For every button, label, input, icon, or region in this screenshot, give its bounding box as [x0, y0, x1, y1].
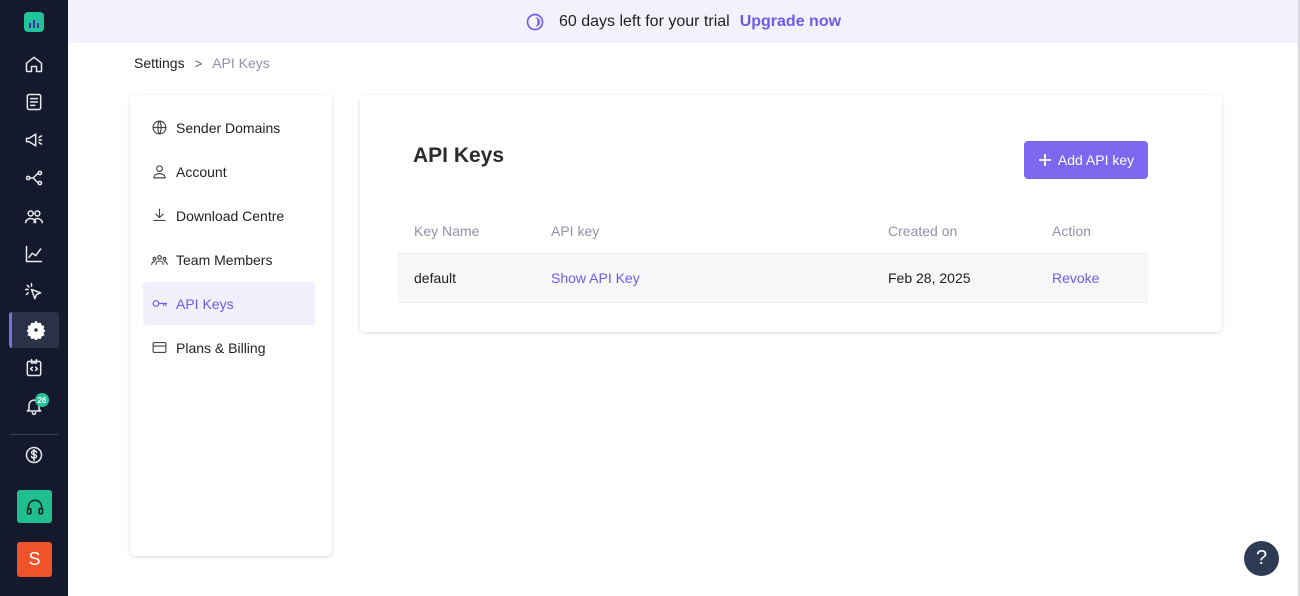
workflow-icon[interactable]: [14, 160, 54, 196]
column-header-action: Action: [1052, 223, 1091, 239]
nav-item-account[interactable]: Account: [143, 150, 315, 193]
nav-item-api-keys[interactable]: API Keys: [143, 282, 315, 325]
globe-icon: [152, 120, 167, 135]
megaphone-icon[interactable]: [14, 122, 54, 158]
nav-item-plans-billing[interactable]: Plans & Billing: [143, 326, 315, 369]
nav-item-label: Account: [176, 163, 227, 180]
nav-item-download-centre[interactable]: Download Centre: [143, 194, 315, 237]
dollar-icon[interactable]: [14, 437, 54, 473]
code-icon[interactable]: [14, 350, 54, 386]
analytics-icon[interactable]: [14, 236, 54, 272]
column-header-key-name: Key Name: [414, 223, 480, 239]
bell-icon[interactable]: [14, 388, 54, 424]
trial-text: 60 days left for your trial: [558, 12, 730, 30]
user-icon: [153, 165, 166, 179]
nav-item-label: API Keys: [176, 295, 234, 312]
add-api-key-button[interactable]: Add API key: [1024, 141, 1148, 179]
nav-item-label: Team Members: [176, 251, 273, 268]
headset-icon: [26, 499, 43, 514]
breadcrumb-current: API Keys: [212, 55, 270, 71]
nav-item-label: Download Centre: [176, 207, 285, 224]
home-icon[interactable]: [14, 46, 54, 82]
table-row: default Show API Key Feb 28, 2025 Revoke: [398, 253, 1148, 303]
team-icon: [151, 255, 168, 266]
column-header-created-on: Created on: [888, 223, 958, 239]
nav-item-label: Plans & Billing: [176, 339, 266, 356]
download-icon: [153, 208, 166, 222]
contacts-icon[interactable]: [14, 198, 54, 234]
nav-item-team-members[interactable]: Team Members: [143, 238, 315, 281]
upgrade-now-link[interactable]: Upgrade now: [740, 13, 841, 31]
help-button[interactable]: ?: [1244, 541, 1279, 576]
left-rail: 26 S: [0, 0, 68, 596]
key-name-cell: default: [414, 270, 457, 286]
support-button[interactable]: [17, 490, 52, 523]
trial-banner: 60 days left for your trial Upgrade now: [68, 0, 1298, 43]
app-logo[interactable]: [24, 12, 44, 32]
settings-icon[interactable]: [9, 312, 59, 348]
nav-item-sender-domains[interactable]: Sender Domains: [143, 106, 315, 149]
user-avatar[interactable]: S: [17, 542, 52, 577]
nav-item-label: Sender Domains: [176, 119, 281, 136]
breadcrumb: Settings > API Keys: [134, 55, 270, 71]
show-api-key-link[interactable]: Show API Key: [551, 270, 640, 286]
rail-divider: [10, 434, 58, 435]
credit-card-icon: [152, 341, 167, 354]
settings-nav: Sender Domains Account Download Centre T…: [130, 95, 332, 556]
trial-clock-icon: [526, 13, 544, 30]
breadcrumb-settings[interactable]: Settings: [134, 55, 185, 71]
revoke-link[interactable]: Revoke: [1052, 270, 1099, 286]
column-header-api-key: API key: [551, 223, 600, 239]
table-header: Key Name API key Created on Action: [398, 213, 1148, 249]
key-icon: [152, 300, 168, 307]
api-keys-panel: API Keys Add API key Key Name API key Cr…: [360, 95, 1222, 332]
plus-icon: [1038, 154, 1051, 166]
page-title: API Keys: [413, 144, 505, 167]
click-icon[interactable]: [14, 274, 54, 310]
breadcrumb-separator: >: [194, 55, 203, 71]
document-icon[interactable]: [14, 84, 54, 120]
add-api-key-label: Add API key: [1057, 152, 1135, 168]
created-on-cell: Feb 28, 2025: [888, 270, 971, 286]
notification-badge: 26: [35, 393, 49, 407]
